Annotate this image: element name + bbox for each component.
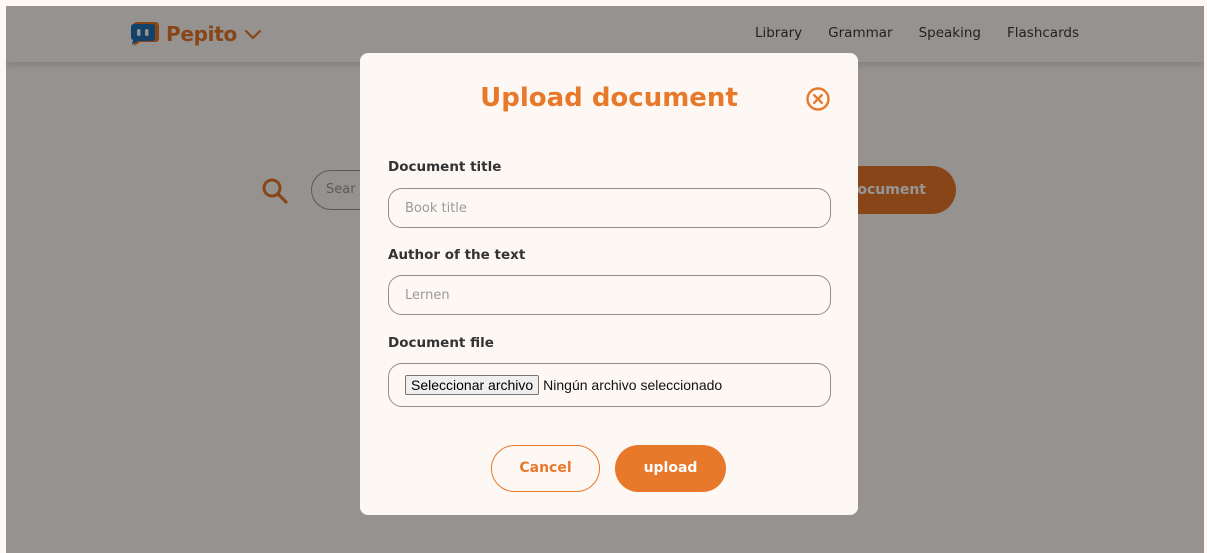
page: Pepito Library Grammar Speaking Flashcar… [6, 6, 1204, 553]
author-label: Author of the text [388, 247, 526, 263]
cancel-button[interactable]: Cancel [491, 445, 600, 492]
document-file-label: Document file [388, 335, 494, 351]
document-title-label: Document title [388, 159, 502, 175]
author-input[interactable] [388, 275, 831, 315]
close-icon[interactable] [805, 86, 831, 112]
choose-file-button[interactable]: Seleccionar archivo [405, 375, 540, 395]
file-status-text: Ningún archivo seleccionado [543, 377, 723, 393]
document-file-input[interactable]: Seleccionar archivo Ningún archivo selec… [388, 363, 831, 407]
upload-button[interactable]: upload [615, 445, 726, 492]
upload-document-dialog: Upload document Document title Author of… [360, 53, 858, 515]
dialog-title: Upload document [480, 83, 738, 113]
document-title-input[interactable] [388, 188, 831, 228]
